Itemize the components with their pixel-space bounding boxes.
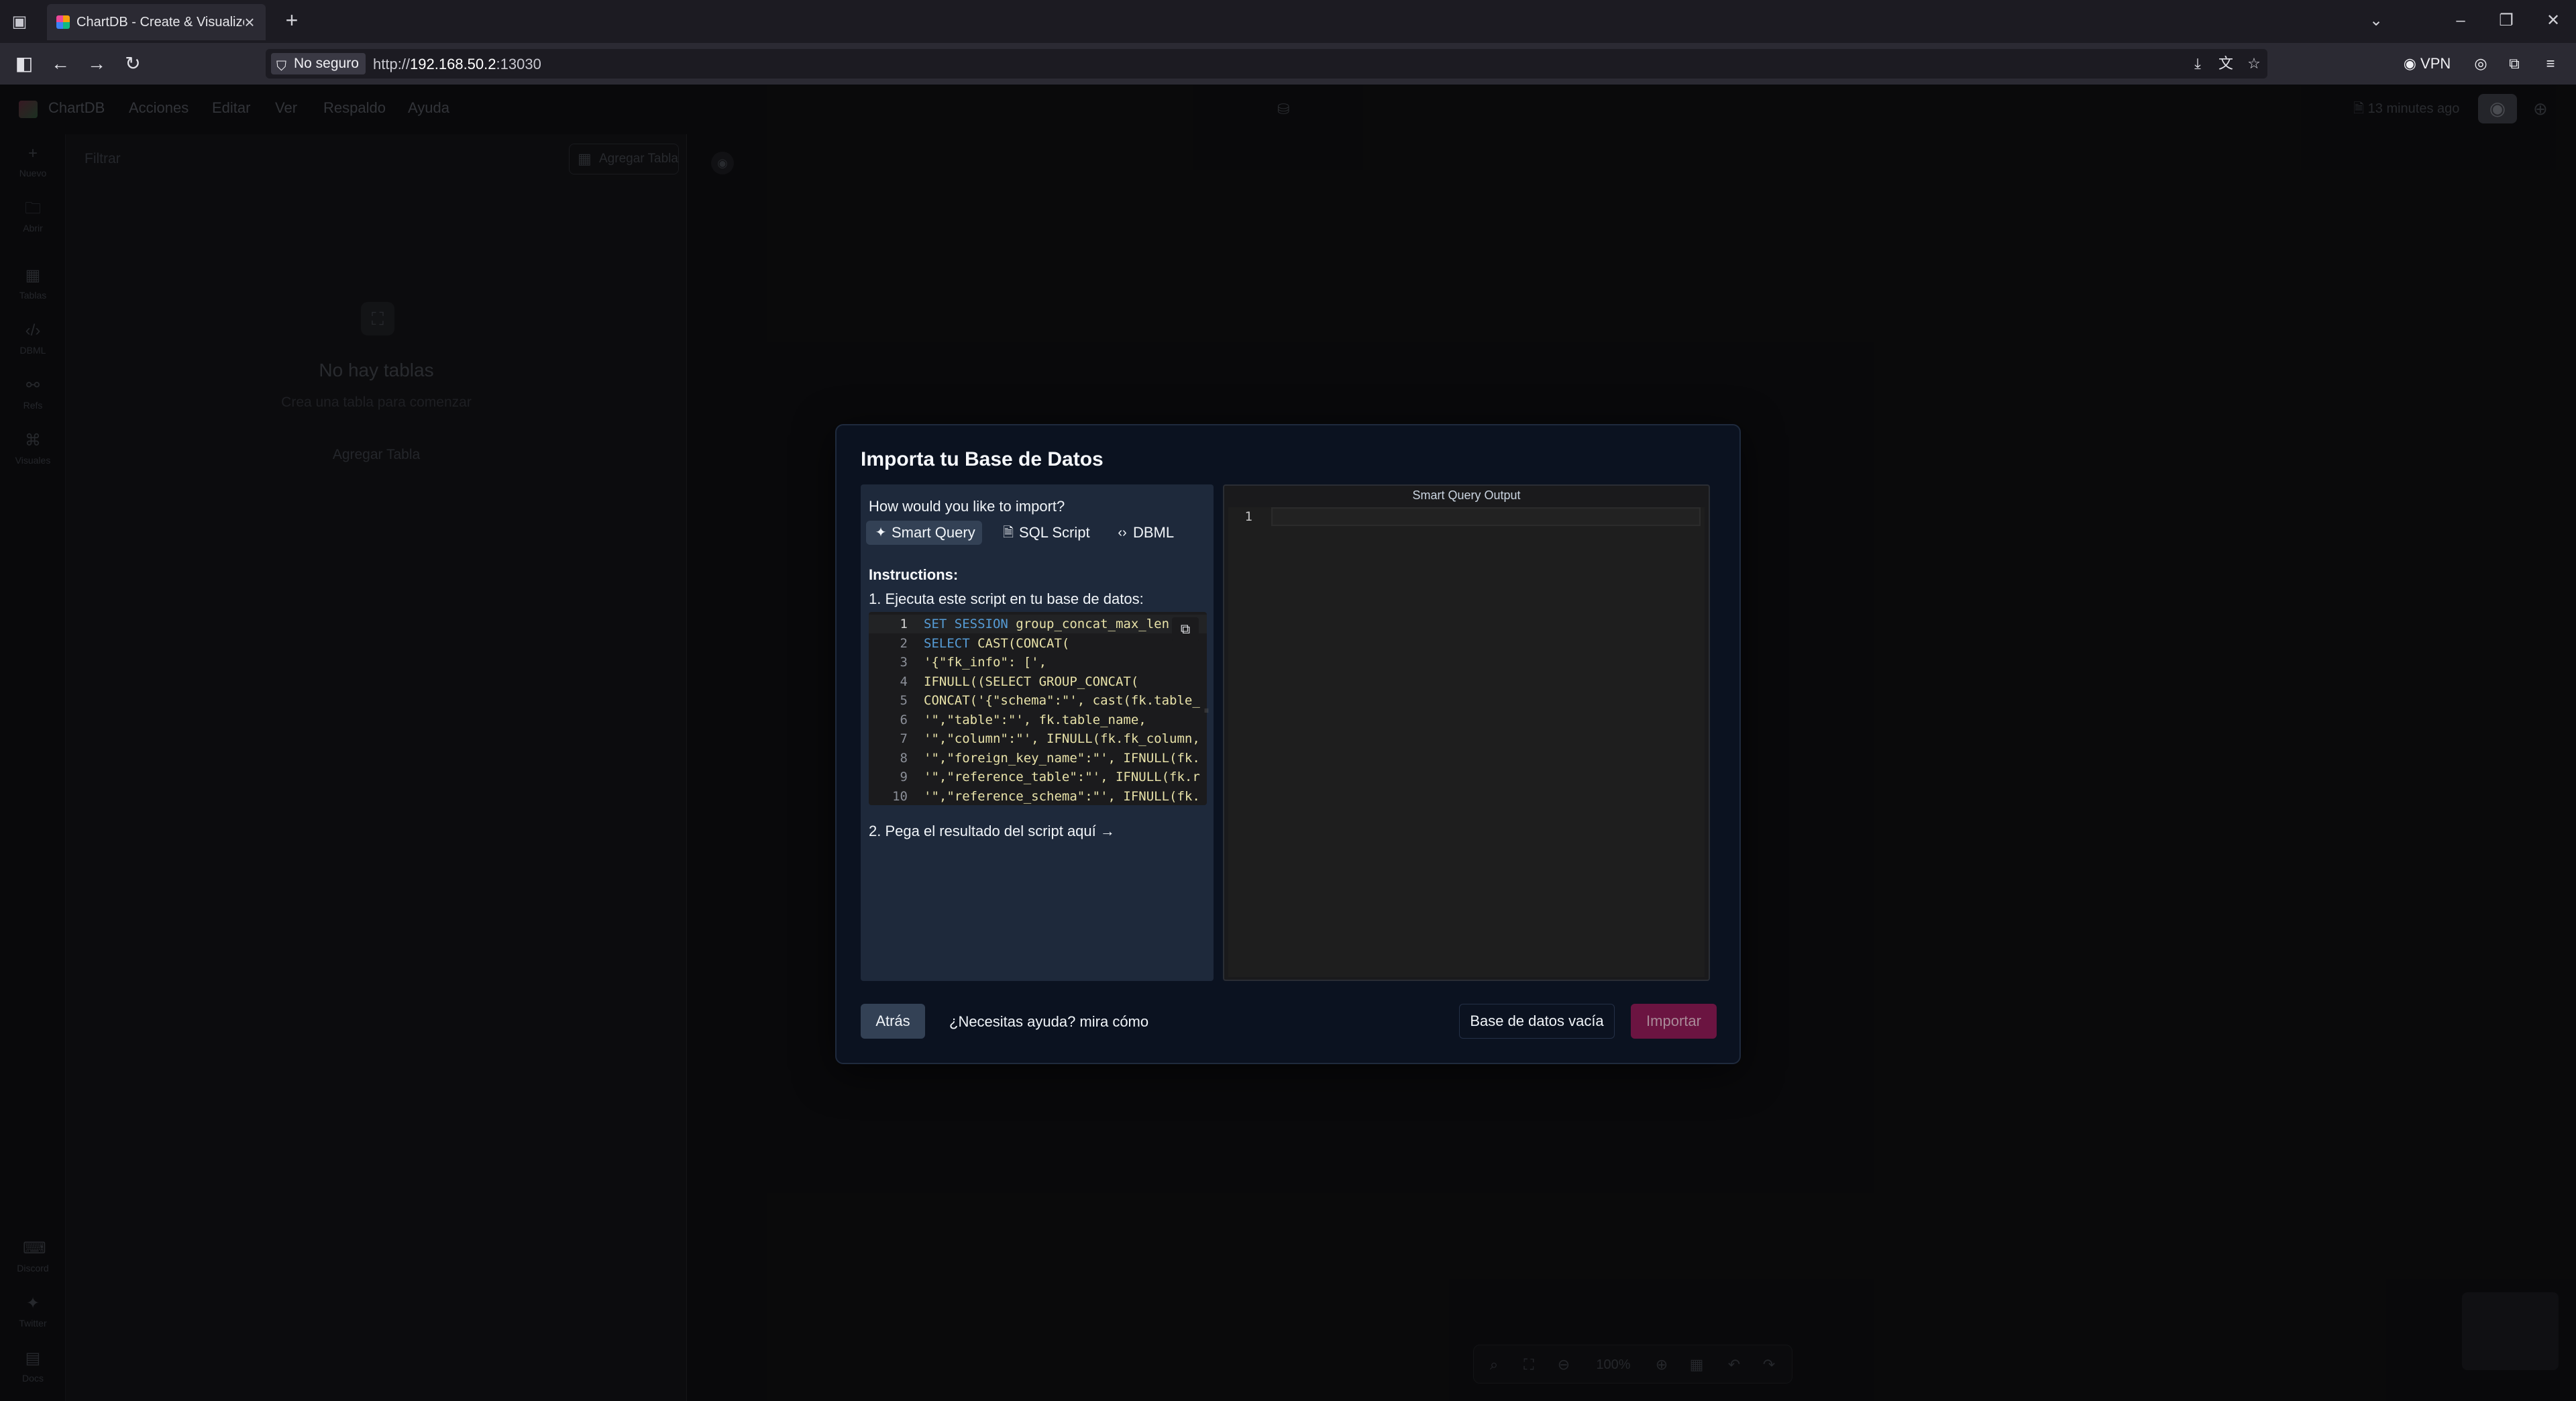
option-dbml[interactable]: ‹› DBML bbox=[1108, 521, 1181, 545]
url-host: 192.168.50.2 bbox=[410, 56, 496, 72]
code-line: 10 '","reference_schema":"', IFNULL(fk. bbox=[869, 787, 1207, 806]
list-tabs-icon[interactable]: ⌄ bbox=[2363, 9, 2390, 32]
resize-handle-icon[interactable]: ≡ bbox=[1204, 706, 1211, 715]
code-line-number: 3 bbox=[900, 655, 908, 670]
code-text: group_concat_max_len bbox=[1008, 617, 1170, 631]
code-line-number: 2 bbox=[900, 635, 908, 651]
shield-warning-icon: ⛉ bbox=[276, 59, 286, 74]
output-title: Smart Query Output bbox=[1412, 488, 1521, 502]
help-link[interactable]: ¿Necesitas ayuda? mira cómo bbox=[949, 1013, 1148, 1031]
code-text: IFNULL((SELECT GROUP_CONCAT( bbox=[924, 674, 1139, 689]
back-arrow-icon[interactable]: ← bbox=[47, 51, 74, 76]
bookmark-star-icon[interactable]: ☆ bbox=[2243, 53, 2265, 74]
code-icon: ‹› bbox=[1118, 525, 1127, 540]
close-window-button[interactable]: ✕ bbox=[2540, 9, 2567, 32]
import-database-dialog: Importa tu Base de Datos How would you l… bbox=[835, 424, 1741, 1064]
code-line-number: 5 bbox=[900, 693, 908, 708]
code-line-number: 9 bbox=[900, 770, 908, 784]
code-line-number: 1 bbox=[900, 617, 908, 631]
code-line-number: 10 bbox=[892, 788, 908, 804]
dialog-title: Importa tu Base de Datos bbox=[861, 448, 1104, 470]
code-line: 2 SELECT CAST(CONCAT( bbox=[869, 634, 1207, 653]
sparkle-icon: ✦ bbox=[875, 525, 887, 540]
code-keyword: SELECT bbox=[924, 635, 970, 651]
code-line: 9 '","reference_table":"', IFNULL(fk.r bbox=[869, 768, 1207, 786]
chartdb-favicon-icon bbox=[56, 15, 70, 29]
instructions-title: Instructions: bbox=[869, 566, 959, 583]
code-line: 4 IFNULL((SELECT GROUP_CONCAT( bbox=[869, 672, 1207, 691]
code-text: '{"fk_info": [', bbox=[924, 655, 1047, 670]
code-line: 8 '","foreign_key_name":"', IFNULL(fk. bbox=[869, 749, 1207, 768]
browser-tab-active[interactable]: ChartDB - Create & Visualize Di × bbox=[47, 4, 266, 40]
code-text: '","table":"', fk.table_name, bbox=[924, 712, 1146, 727]
code-text: CONCAT('{"schema":"', cast(fk.table_ bbox=[924, 693, 1200, 708]
browser-nav-bar: ◧ ← → ↻ ⛉ No seguro http://192.168.50.2:… bbox=[0, 43, 2576, 85]
import-instructions-pane: How would you like to import? ✦ Smart Que… bbox=[861, 484, 1214, 981]
instruction-step-2: 2. Pega el resultado del script aquí → bbox=[869, 823, 1115, 839]
code-line-number: 6 bbox=[900, 712, 908, 727]
code-text: '","reference_schema":"', IFNULL(fk. bbox=[924, 788, 1200, 804]
tab-overview-icon[interactable]: ▣ bbox=[9, 13, 30, 31]
url-scheme: http:// bbox=[373, 56, 411, 72]
code-text: '","column":"', IFNULL(fk.fk_column, bbox=[924, 731, 1200, 746]
not-secure-label: No seguro bbox=[294, 56, 359, 71]
copy-icon[interactable]: ⧉ bbox=[1172, 617, 1199, 641]
forward-arrow-icon[interactable]: → bbox=[83, 51, 110, 76]
option-smart-query[interactable]: ✦ Smart Query bbox=[866, 521, 982, 545]
option-label: DBML bbox=[1133, 524, 1175, 541]
smart-query-output-pane: Smart Query Output 1 bbox=[1223, 484, 1710, 981]
import-button[interactable]: Importar bbox=[1631, 1004, 1717, 1039]
output-editor[interactable]: 1 bbox=[1228, 507, 1705, 977]
empty-database-button[interactable]: Base de datos vacía bbox=[1459, 1004, 1615, 1039]
code-line-number: 7 bbox=[900, 731, 908, 746]
code-line: 3 '{"fk_info": [', bbox=[869, 653, 1207, 672]
option-sql-script[interactable]: 🗎 SQL Script bbox=[994, 521, 1097, 545]
code-line: 1 SET SESSION group_concat_max_len bbox=[869, 615, 1207, 633]
menu-hamburger-icon[interactable]: ≡ bbox=[2538, 51, 2563, 76]
translate-icon[interactable]: 文 bbox=[2215, 53, 2237, 74]
browser-tab-bar: ▣ ChartDB - Create & Visualize Di × + ⌄ … bbox=[0, 0, 2576, 43]
url-port: :13030 bbox=[496, 56, 541, 72]
close-tab-icon[interactable]: × bbox=[240, 12, 259, 32]
code-line: 6 '","table":"', fk.table_name, bbox=[869, 711, 1207, 729]
minimize-window-button[interactable]: – bbox=[2447, 9, 2474, 32]
extensions-icon[interactable]: ⧉ bbox=[2502, 51, 2526, 76]
sidebar-toggle-icon[interactable]: ◧ bbox=[11, 51, 38, 76]
import-method-question: How would you like to import? bbox=[869, 498, 1065, 515]
code-line: 7 '","column":"', IFNULL(fk.fk_column, bbox=[869, 729, 1207, 748]
save-page-icon[interactable]: ⤓ bbox=[2187, 53, 2208, 74]
file-icon: 🗎 bbox=[1002, 525, 1014, 540]
code-line-number: 8 bbox=[900, 750, 908, 766]
back-button[interactable]: Atrás bbox=[861, 1004, 925, 1039]
instruction-step-1: 1. Ejecuta este script en tu base de dat… bbox=[869, 590, 1144, 607]
reload-icon[interactable]: ↻ bbox=[119, 51, 146, 76]
code-line-number: 4 bbox=[900, 674, 908, 689]
browser-tab-title: ChartDB - Create & Visualize Di bbox=[76, 15, 244, 30]
import-method-toggle: ✦ Smart Query 🗎 SQL Script ‹› DBML bbox=[866, 521, 1201, 548]
account-icon[interactable]: ◎ bbox=[2469, 51, 2493, 76]
vpn-button[interactable]: ◉ VPN bbox=[2400, 51, 2454, 76]
url-text[interactable]: http://192.168.50.2:13030 bbox=[373, 54, 541, 74]
option-label: Smart Query bbox=[892, 524, 975, 541]
address-bar[interactable]: ⛉ No seguro http://192.168.50.2:13030 ⤓ … bbox=[266, 49, 2267, 79]
editor-current-line[interactable] bbox=[1271, 507, 1701, 526]
not-secure-badge[interactable]: ⛉ No seguro bbox=[271, 53, 366, 74]
new-tab-button[interactable]: + bbox=[280, 9, 303, 32]
line-number: 1 bbox=[1244, 509, 1252, 524]
code-text: CAST(CONCAT( bbox=[969, 635, 1070, 651]
code-text: '","reference_table":"', IFNULL(fk.r bbox=[924, 770, 1200, 784]
code-keyword: SET SESSION bbox=[924, 617, 1008, 631]
code-line: 5 CONCAT('{"schema":"', cast(fk.table_ bbox=[869, 691, 1207, 710]
restore-window-button[interactable]: ❐ bbox=[2493, 9, 2520, 32]
vpn-label: VPN bbox=[2420, 55, 2451, 72]
option-label: SQL Script bbox=[1019, 524, 1090, 541]
script-code-block[interactable]: 1 SET SESSION group_concat_max_len 2 SELECT… bbox=[869, 612, 1207, 805]
code-text: '","foreign_key_name":"', IFNULL(fk. bbox=[924, 750, 1200, 766]
